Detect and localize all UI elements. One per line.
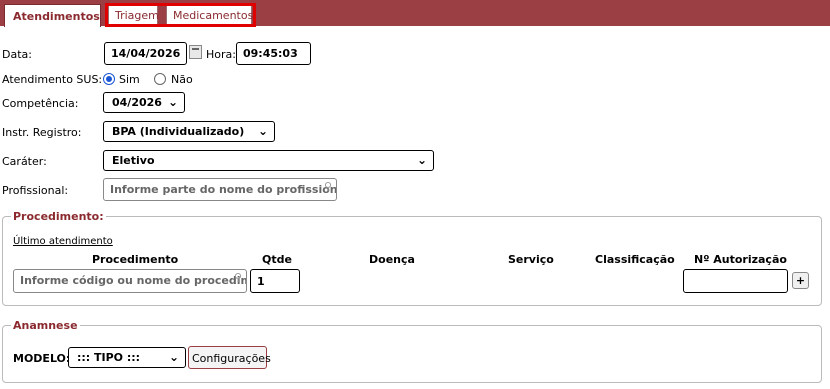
autorizacao-input[interactable] <box>683 269 788 293</box>
sus-yes-radio[interactable] <box>103 73 115 85</box>
data-input[interactable]: 14/04/2026 <box>104 42 187 65</box>
col-procedimento: Procedimento <box>92 253 179 266</box>
col-qtde: Qtde <box>262 253 292 266</box>
ultimo-atendimento-link[interactable]: Último atendimento <box>13 236 113 247</box>
competencia-select[interactable]: 04/2026 ⌄ <box>103 92 185 113</box>
tab-atendimentos[interactable]: Atendimentos <box>4 4 101 27</box>
carater-value: Eletivo <box>112 154 155 167</box>
modelo-label: MODELO: <box>13 352 71 365</box>
col-doenca: Doença <box>369 253 415 266</box>
sus-no-label: Não <box>171 73 193 86</box>
sus-no-radio[interactable] <box>154 73 166 85</box>
search-icon[interactable]: ⚲ <box>234 271 242 284</box>
procedimento-legend: Procedimento: <box>11 210 106 223</box>
instr-label: Instr. Registro: <box>2 126 82 139</box>
calendar-icon[interactable] <box>189 45 202 59</box>
tipo-select[interactable]: ::: TIPO ::: ⌄ <box>68 347 186 368</box>
carater-select[interactable]: Eletivo ⌄ <box>103 150 434 171</box>
sus-label: Atendimento SUS: <box>2 73 103 86</box>
hora-input[interactable]: 09:45:03 <box>236 42 311 65</box>
chevron-down-icon: ⌄ <box>167 95 178 109</box>
tipo-value: ::: TIPO ::: <box>77 351 141 364</box>
instr-registro-select[interactable]: BPA (Individualizado) ⌄ <box>103 121 275 142</box>
tab-medicamentos[interactable]: Medicamentos <box>166 5 253 25</box>
sus-yes-label: Sim <box>119 73 140 86</box>
col-autorizacao: Nº Autorização <box>694 253 787 266</box>
competencia-value: 04/2026 <box>112 96 162 109</box>
tab-triagem[interactable]: Triagem <box>108 5 159 25</box>
profissional-placeholder: Informe parte do nome do profissional <box>110 183 337 196</box>
qtde-input[interactable]: 1 <box>250 269 300 293</box>
configuracoes-button[interactable]: Configurações <box>188 346 271 369</box>
instr-registro-value: BPA (Individualizado) <box>112 125 245 138</box>
profissional-label: Profissional: <box>2 184 69 197</box>
anamnese-legend: Anamnese <box>11 319 80 332</box>
col-servico: Serviço <box>508 253 554 266</box>
col-classificacao: Classificação <box>595 253 675 266</box>
chevron-down-icon: ⌄ <box>257 124 268 138</box>
chevron-down-icon: ⌄ <box>416 153 427 167</box>
competencia-label: Competência: <box>2 97 79 110</box>
search-icon[interactable]: ⚲ <box>324 180 332 193</box>
procedimento-placeholder: Informe código ou nome do procedimento <box>20 274 246 287</box>
data-label: Data: <box>2 48 32 61</box>
add-procedimento-button[interactable]: + <box>792 272 809 289</box>
profissional-search-input[interactable]: Informe parte do nome do profissional ⚲ <box>103 178 337 201</box>
procedimento-search-input[interactable]: Informe código ou nome do procedimento ⚲ <box>13 269 247 293</box>
chevron-down-icon: ⌄ <box>168 350 179 364</box>
hora-label: Hora: <box>206 48 236 61</box>
carater-label: Caráter: <box>2 155 47 168</box>
